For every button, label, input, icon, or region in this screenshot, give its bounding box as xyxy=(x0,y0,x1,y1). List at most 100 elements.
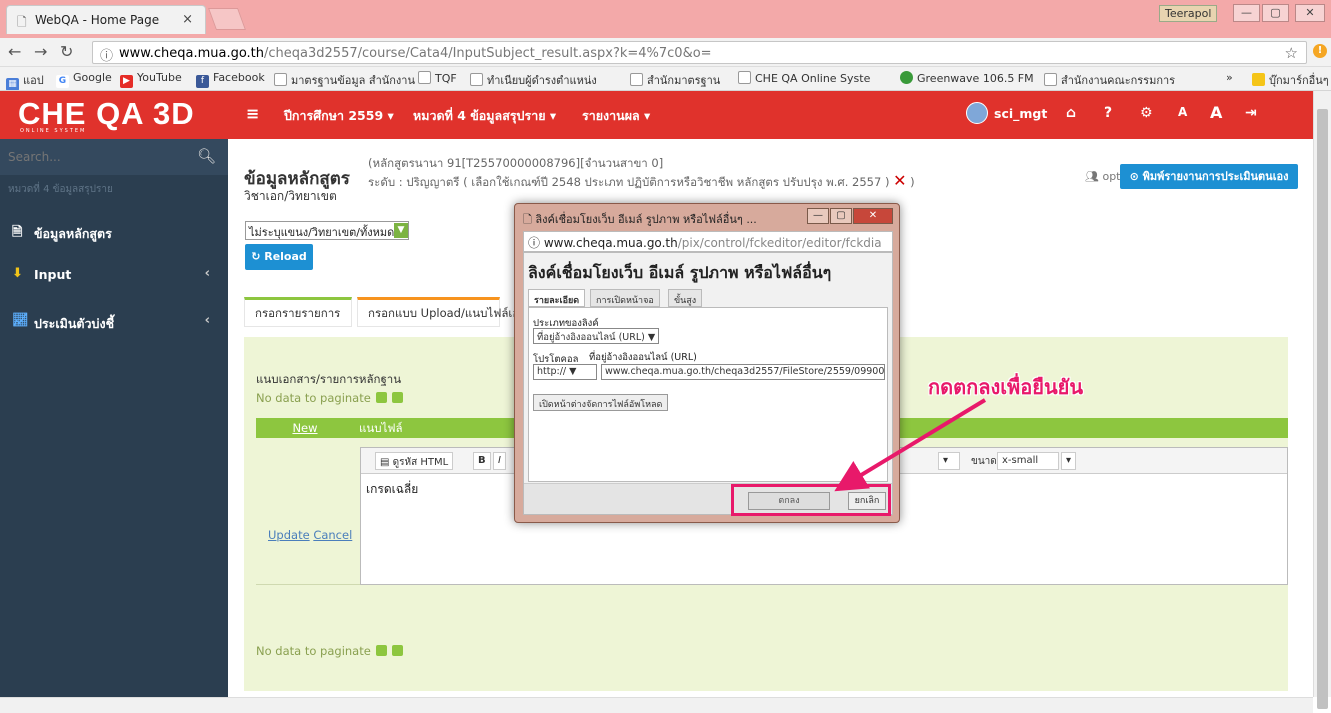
url-input[interactable]: ⓘ www.cheqa.mua.go.th/cheqa3d2557/course… xyxy=(92,41,1307,64)
protocol-select[interactable]: http:// ▼ xyxy=(533,364,597,380)
bookmark-facebook[interactable]: f Facebook xyxy=(196,71,265,88)
reload-icon[interactable]: ↻ xyxy=(60,42,73,61)
dialog-heading: ลิงค์เชื่อมโยงเว็บ อีเมล์ รูปภาพ หรือไฟล… xyxy=(528,263,832,282)
dialog-title: 🗋 ลิงค์เชื่อมโยงเว็บ อีเมล์ รูปภาพ หรือไ… xyxy=(523,213,757,226)
profile-badge[interactable]: Teerapol xyxy=(1159,5,1218,22)
prev-page-icon[interactable] xyxy=(375,392,387,403)
info-icon: ⓘ xyxy=(528,236,544,250)
star-icon[interactable]: ☆ xyxy=(1285,44,1298,62)
link-type-select[interactable]: ที่อยู่อ้างอิงออนไลน์ (URL) ▼ xyxy=(533,328,660,344)
url-path: /cheqa3d2557/course/Cata4/InputSubject_r… xyxy=(264,46,712,61)
pager-bottom: No data to paginate xyxy=(256,644,403,658)
info-icon[interactable]: ⓘ xyxy=(100,45,113,64)
nav-report[interactable]: รายงานผล ▾ xyxy=(582,106,650,126)
bookmark-item[interactable]: มาตรฐานข้อมูล สำนักงาน xyxy=(274,71,415,89)
folder-icon xyxy=(1252,73,1265,86)
url-field[interactable]: www.cheqa.mua.go.th/cheqa3d2557/FileStor… xyxy=(601,364,885,380)
bookmark-item[interactable]: TQF xyxy=(418,71,457,85)
tab-target[interactable]: การเปิดหน้าจอ xyxy=(590,289,660,307)
bookmark-item[interactable]: CHE QA Online Syste xyxy=(738,71,870,85)
close-icon[interactable]: × xyxy=(182,12,193,27)
bookmarks-overflow[interactable]: » xyxy=(1226,71,1233,84)
maximize-button[interactable]: ▢ xyxy=(1262,4,1289,22)
delete-icon[interactable]: ✕ xyxy=(893,171,906,190)
print-report-button[interactable]: ⊙ พิมพ์รายงานการประเมินตนเอง xyxy=(1120,164,1298,189)
course-info: (หลักสูตรนานา 91[T25570000008796][จำนวนส… xyxy=(368,156,915,190)
editor-content[interactable]: เกรดเฉลี่ย xyxy=(366,480,418,499)
bookmark-google[interactable]: G Google xyxy=(56,71,112,88)
bookmarks-bar: ▦ แอป G Google ▶ YouTube f Facebook มาตรฐานข… xyxy=(0,67,1331,91)
refresh-icon: ↻ xyxy=(251,250,265,263)
search-input[interactable] xyxy=(6,145,194,169)
warning-icon[interactable]: ! xyxy=(1313,44,1327,58)
bookmark-item[interactable]: สำนักมาตรฐาน xyxy=(630,71,720,89)
scroll-thumb[interactable] xyxy=(1317,109,1328,709)
dialog-minimize-button[interactable]: — xyxy=(807,208,829,224)
page-icon: 🗋 xyxy=(523,213,536,226)
home-icon[interactable]: ⌂ xyxy=(1066,105,1076,121)
bookmark-apps[interactable]: ▦ แอป xyxy=(6,71,44,90)
source-button[interactable]: ▤ ดูรหัส HTML xyxy=(375,452,454,470)
menu-icon[interactable]: ≡ xyxy=(246,104,259,123)
new-tab-button[interactable] xyxy=(207,8,247,30)
font-increase-icon[interactable]: A xyxy=(1210,103,1222,122)
bookmark-item[interactable]: สำนักงานคณะกรรมการ xyxy=(1044,71,1175,89)
logo[interactable]: CHE QA 3D ONLINE SYSTEM xyxy=(14,96,220,134)
logout-icon[interactable]: ⇥ xyxy=(1245,105,1257,121)
bookmark-item[interactable]: ทำเนียบผู้ดำรงตำแหน่ง xyxy=(470,71,597,89)
browser-tab[interactable]: 🗋 WebQA - Home Page × xyxy=(6,5,206,34)
page-icon xyxy=(274,73,287,86)
vertical-scrollbar[interactable] xyxy=(1313,91,1331,709)
cancel-link[interactable]: Cancel xyxy=(313,528,352,542)
google-icon: G xyxy=(56,75,69,88)
tab-advanced[interactable]: ขั้นสูง xyxy=(668,289,703,307)
sidebar-item-input[interactable]: ⬇ Input ‹ xyxy=(0,254,228,294)
window-close-button[interactable]: ✕ xyxy=(1295,4,1325,22)
username[interactable]: sci_mgt xyxy=(994,106,1047,121)
forward-icon[interactable]: → xyxy=(34,42,47,61)
update-link[interactable]: Update xyxy=(268,528,310,542)
address-bar: ← → ↻ ⓘ www.cheqa.mua.go.th/cheqa3d2557/… xyxy=(0,38,1331,67)
tab-details[interactable]: รายละเอียด xyxy=(528,289,586,307)
branch-select[interactable]: ไม่ระบุแขนง/วิทยาเขต/ทั้งหมด ▼ xyxy=(245,221,409,240)
url-label: ที่อยู่อ้างอิงออนไลน์ (URL) xyxy=(589,352,697,363)
page-icon xyxy=(418,71,431,84)
sidebar-item-course-info[interactable]: 🗎 ข้อมูลหลักสูตร xyxy=(0,211,228,251)
browser-titlebar: 🗋 WebQA - Home Page × Teerapol — ▢ ✕ xyxy=(0,0,1331,38)
avatar[interactable] xyxy=(966,102,988,124)
facebook-icon: f xyxy=(196,75,209,88)
help-icon[interactable]: ? xyxy=(1104,105,1112,121)
tab-manual[interactable]: กรอกรายรายการ xyxy=(244,297,352,327)
size-dropdown-icon[interactable]: ▾ xyxy=(1061,452,1077,470)
next-page-icon[interactable] xyxy=(391,392,403,403)
settings-icon[interactable]: ⚙ xyxy=(1140,105,1153,121)
nav-category[interactable]: หมวดที่ 4 ข้อมูลสรุปราย ▾ xyxy=(413,106,556,126)
search-icon[interactable]: 🔍︎ xyxy=(197,147,216,165)
browse-server-button[interactable]: เปิดหน้าต่างจัดการไฟล์อัพโหลด xyxy=(533,394,669,411)
nav-year[interactable]: ปีการศึกษา 2559 ▾ xyxy=(284,106,394,126)
reload-button[interactable]: ↻ Reload xyxy=(245,244,313,270)
tab-upload[interactable]: กรอกแบบ Upload/แนบไฟล์เอ xyxy=(357,297,519,327)
apps-icon: ▦ xyxy=(6,78,19,90)
dialog-close-button[interactable]: ✕ xyxy=(853,208,893,224)
sidebar-item-assessment[interactable]: 📈︎ ประเมินตัวบ่งชี้ ‹ xyxy=(0,301,228,341)
dialog-maximize-button[interactable]: ▢ xyxy=(830,208,852,224)
bookmark-other[interactable]: บุ๊กมาร์กอื่นๆ xyxy=(1252,71,1329,89)
page-icon xyxy=(630,73,643,86)
next-page-icon[interactable] xyxy=(391,645,403,656)
horizontal-scrollbar[interactable] xyxy=(0,697,1313,713)
prev-page-icon[interactable] xyxy=(375,645,387,656)
italic-button[interactable]: I xyxy=(493,452,506,470)
new-link[interactable]: New xyxy=(256,418,354,438)
back-icon[interactable]: ← xyxy=(8,42,21,61)
minimize-button[interactable]: — xyxy=(1233,4,1260,22)
radio-icon xyxy=(900,71,913,84)
bookmark-youtube[interactable]: ▶ YouTube xyxy=(120,71,182,88)
download-icon: ⬇ xyxy=(12,266,23,281)
bookmark-item[interactable]: Greenwave 106.5 FM xyxy=(900,71,1034,85)
size-select[interactable]: x-small xyxy=(997,452,1059,470)
font-decrease-icon[interactable]: A xyxy=(1178,105,1187,119)
bold-button[interactable]: B xyxy=(473,452,491,470)
pager-top: No data to paginate xyxy=(256,391,403,405)
tab-title: WebQA - Home Page xyxy=(35,13,160,27)
